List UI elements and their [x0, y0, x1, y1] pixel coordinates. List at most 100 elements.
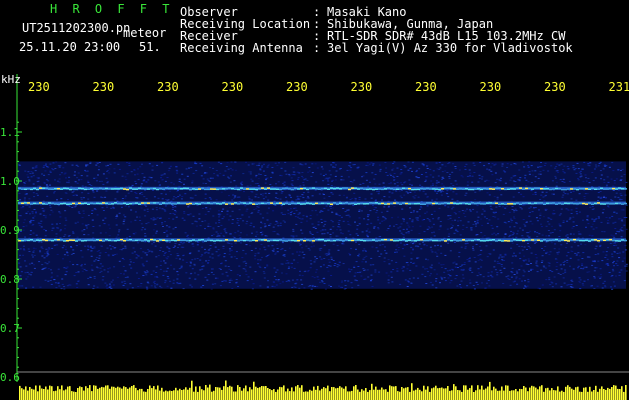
noise-speck [615, 275, 617, 277]
noise-speck [487, 180, 490, 182]
trace-segment [30, 203, 33, 205]
noise-speck [610, 199, 613, 201]
noise-speck [267, 245, 270, 247]
noise-speck [135, 193, 138, 195]
trace-segment [516, 239, 519, 241]
level-bar [331, 387, 333, 400]
noise-speck [588, 234, 591, 236]
noise-speck [230, 279, 233, 281]
noise-speck [176, 172, 179, 174]
noise-speck [379, 168, 382, 170]
noise-speck [551, 212, 554, 214]
noise-speck [264, 182, 267, 184]
trace-segment [306, 188, 309, 191]
noise-speck [214, 283, 217, 285]
noise-speck [275, 271, 278, 273]
noise-speck [263, 277, 266, 279]
noise-speck [399, 195, 402, 197]
noise-speck [446, 228, 449, 230]
noise-speck [451, 225, 454, 227]
trace-segment [117, 239, 120, 241]
trace-segment [426, 202, 429, 204]
noise-speck [238, 224, 240, 226]
noise-speck [338, 223, 340, 225]
noise-speck [186, 175, 189, 177]
noise-speck [459, 234, 462, 236]
noise-speck [539, 217, 541, 219]
noise-speck [227, 168, 230, 170]
noise-speck [66, 266, 69, 268]
noise-speck [418, 215, 421, 217]
noise-speck [411, 243, 414, 245]
noise-speck [610, 178, 613, 180]
noise-speck [589, 162, 592, 164]
noise-speck [189, 284, 192, 286]
trace-segment [576, 203, 579, 205]
level-bar [353, 386, 355, 400]
noise-speck [454, 213, 457, 215]
trace-segment [366, 203, 369, 205]
trace-segment [396, 202, 399, 204]
trace-segment [369, 188, 372, 190]
noise-speck [155, 209, 158, 211]
level-bar [525, 387, 527, 400]
noise-speck [587, 163, 590, 164]
noise-speck [157, 255, 160, 257]
noise-speck [461, 274, 464, 276]
trace-segment [408, 203, 411, 205]
noise-speck [140, 207, 143, 209]
noise-speck [30, 171, 33, 173]
noise-speck [276, 244, 279, 246]
trace-segment [213, 188, 216, 190]
noise-speck [261, 165, 264, 167]
noise-speck [257, 178, 260, 180]
trace-segment [210, 188, 213, 190]
trace-segment [96, 188, 99, 190]
noise-speck [191, 182, 194, 184]
noise-speck [237, 286, 239, 287]
noise-speck [355, 248, 357, 250]
trace-segment [27, 202, 30, 204]
level-bar [33, 389, 35, 400]
noise-speck [543, 165, 546, 166]
noise-speck [156, 217, 159, 219]
trace-segment [36, 202, 39, 205]
noise-speck [291, 279, 294, 281]
noise-speck [217, 255, 220, 257]
noise-speck [330, 192, 333, 194]
noise-speck [367, 185, 370, 187]
noise-speck [62, 245, 65, 247]
noise-speck [534, 254, 537, 255]
noise-speck [452, 185, 455, 187]
trace-segment [294, 187, 297, 189]
trace-segment [567, 188, 570, 190]
noise-speck [84, 169, 87, 171]
noise-speck [108, 286, 111, 288]
noise-speck [597, 192, 600, 193]
level-bar [449, 390, 451, 400]
trace-segment [81, 202, 84, 205]
noise-speck [415, 169, 418, 171]
trace-segment [243, 188, 246, 190]
level-bar [75, 392, 77, 400]
trace-segment [528, 239, 531, 241]
trace-segment [132, 188, 135, 190]
noise-speck [348, 252, 351, 254]
noise-speck [316, 286, 319, 287]
noise-speck [393, 225, 395, 227]
noise-speck [142, 251, 145, 253]
noise-speck [509, 226, 512, 228]
trace-segment [285, 187, 288, 189]
trace-segment [507, 240, 510, 242]
noise-speck [513, 274, 516, 275]
noise-speck [558, 164, 561, 166]
noise-speck [587, 164, 590, 166]
noise-speck [519, 177, 522, 179]
trace-segment [87, 203, 90, 205]
noise-speck [624, 249, 627, 251]
noise-speck [261, 256, 263, 258]
noise-speck [404, 166, 407, 168]
noise-speck [391, 169, 394, 171]
noise-speck [500, 194, 503, 196]
level-bar [91, 391, 93, 400]
